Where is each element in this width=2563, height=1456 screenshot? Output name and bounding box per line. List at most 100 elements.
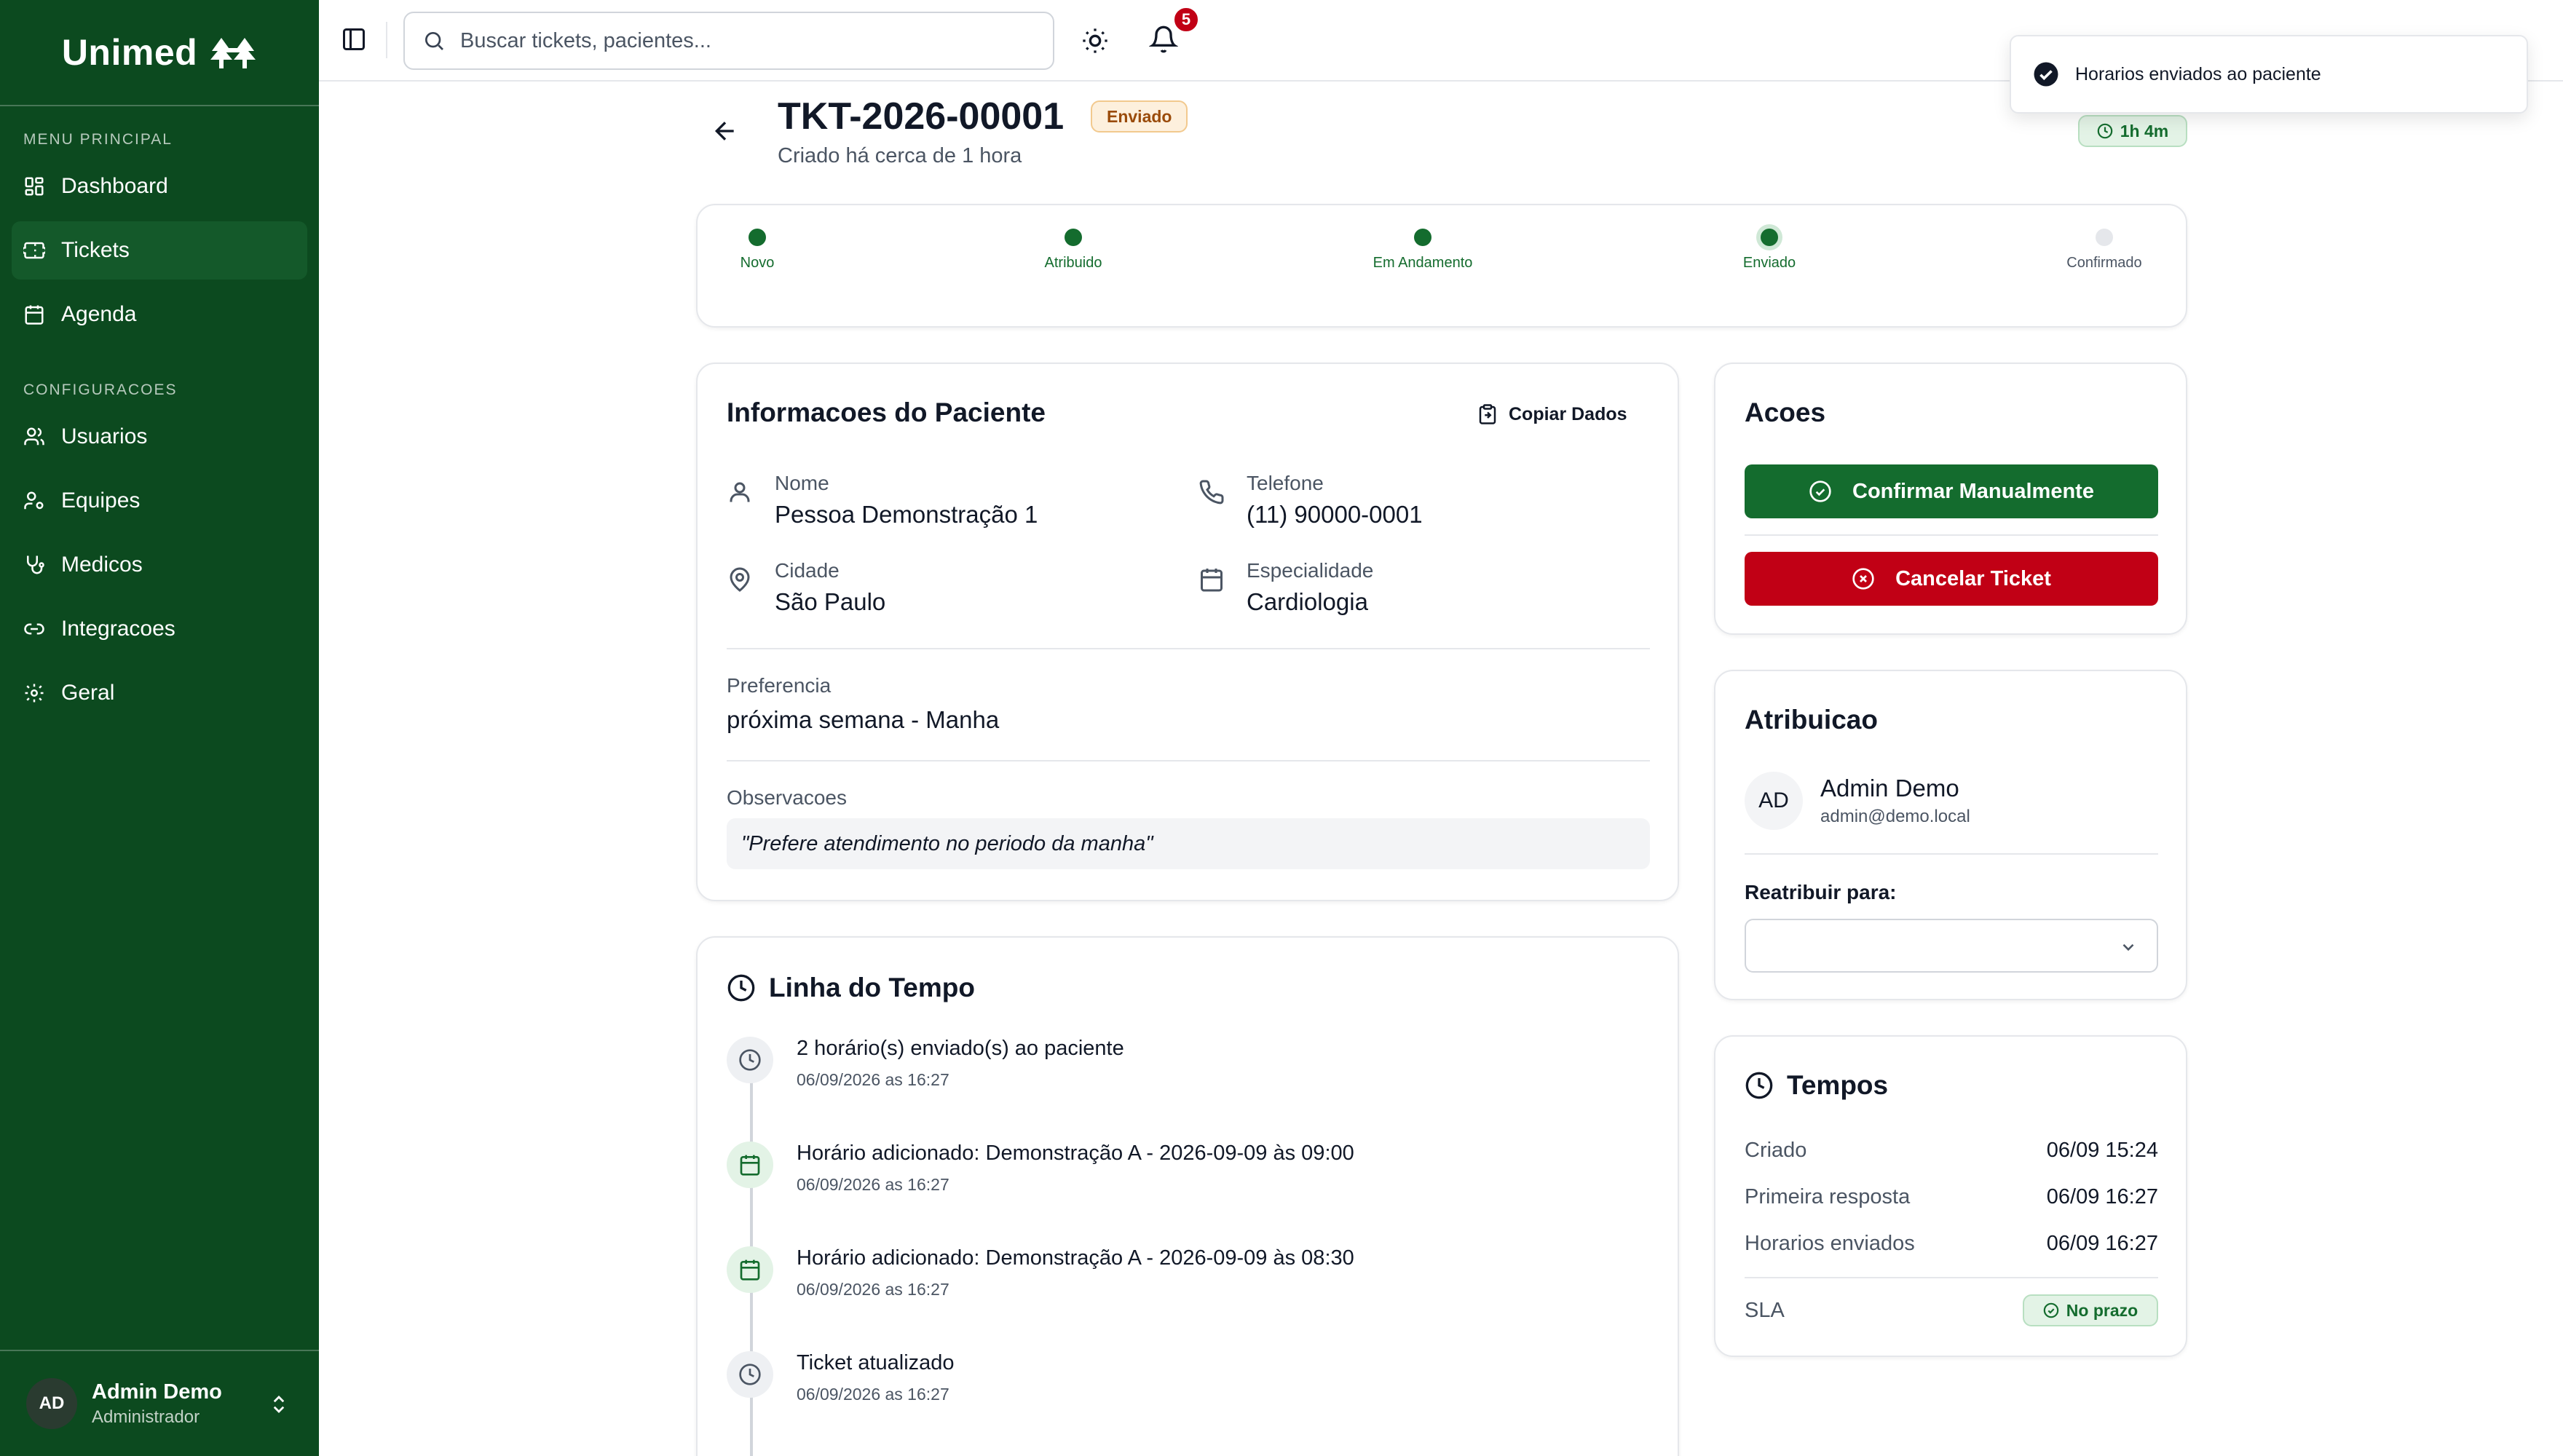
step-enviado: Enviado xyxy=(1682,229,1857,272)
search-box[interactable] xyxy=(403,12,1054,70)
check-circle-icon xyxy=(2043,1302,2059,1318)
patient-notes: "Prefere atendimento no periodo da manha… xyxy=(727,818,1650,869)
sla-status-badge: No prazo xyxy=(2023,1294,2158,1326)
users-icon xyxy=(24,427,44,446)
assignee-name: Admin Demo xyxy=(1820,775,1959,802)
brand-logo[interactable]: Unimed xyxy=(0,0,319,106)
sidebar-item-label: Dashboard xyxy=(61,174,168,198)
brand-name: Unimed xyxy=(61,32,198,73)
field-nome: Nome Pessoa Demonstração 1 xyxy=(727,472,1038,529)
patient-city: São Paulo xyxy=(775,588,886,615)
field-label: Nome xyxy=(775,472,829,494)
calendar-icon xyxy=(740,1259,760,1281)
field-label: Especialidade xyxy=(1247,559,1374,582)
toast-message: Horarios enviados ao paciente xyxy=(2075,63,2321,84)
sidebar-item-usuarios[interactable]: Usuarios xyxy=(12,408,307,466)
clock-icon xyxy=(739,1364,761,1385)
step-dot xyxy=(2096,229,2113,246)
times-title: Tempos xyxy=(1787,1070,1889,1100)
sidebar-item-medicos[interactable]: Medicos xyxy=(12,536,307,594)
step-label: Em Andamento xyxy=(1373,255,1473,271)
timeline-text: Horário adicionado: Demonstração A - 202… xyxy=(797,1246,1354,1270)
sidebar-item-label: Equipes xyxy=(61,488,141,513)
step-em-andamento: Em Andamento xyxy=(1335,229,1510,272)
created-subtitle: Criado há cerca de 1 hora xyxy=(778,144,1022,167)
check-circle-icon xyxy=(1809,480,1831,502)
confirm-label: Confirmar Manualmente xyxy=(1852,479,2094,503)
timeline-card: Linha do Tempo 2 horário(s) enviado(s) a… xyxy=(696,936,1679,1456)
sidebar-item-tickets[interactable]: Tickets xyxy=(12,221,307,280)
cancel-ticket-button[interactable]: Cancelar Ticket xyxy=(1745,552,2158,606)
divider xyxy=(727,648,1650,649)
notification-badge: 5 xyxy=(1172,6,1200,33)
sidebar-item-label: Medicos xyxy=(61,553,143,577)
assignee-email: admin@demo.local xyxy=(1820,807,1970,826)
timeline-date: 06/09/2026 as 16:27 xyxy=(797,1280,949,1299)
sidebar-item-dashboard[interactable]: Dashboard xyxy=(12,157,307,215)
timeline-icon xyxy=(727,1037,773,1083)
step-novo: Novo xyxy=(670,229,845,272)
user-name: Admin Demo xyxy=(92,1380,222,1404)
time-value: 06/09 16:27 xyxy=(2046,1232,2158,1255)
step-dot xyxy=(1761,229,1778,246)
sidebar-item-equipes[interactable]: Equipes xyxy=(12,472,307,530)
clock-icon xyxy=(2097,123,2113,139)
step-dot xyxy=(1065,229,1082,246)
sidebar-item-geral[interactable]: Geral xyxy=(12,664,307,722)
patient-preference: próxima semana - Manha xyxy=(727,706,1000,733)
timeline-date: 06/09/2026 as 16:27 xyxy=(797,1175,949,1194)
search-input[interactable] xyxy=(460,28,1014,53)
time-label: Horarios enviados xyxy=(1745,1232,1915,1255)
time-value: 06/09 15:24 xyxy=(2046,1139,2158,1162)
timeline-icon xyxy=(727,1351,773,1398)
clipboard-copy-icon xyxy=(1479,404,1496,424)
sun-icon[interactable] xyxy=(1081,26,1110,55)
main-nav: Dashboard Tickets Agenda xyxy=(0,157,319,344)
topbar-divider xyxy=(386,22,387,58)
field-label: Cidade xyxy=(775,559,840,582)
status-badge: Enviado xyxy=(1091,100,1188,132)
patient-info-card: Informacoes do Paciente Copiar Dados Nom… xyxy=(696,363,1679,901)
sidebar-item-label: Usuarios xyxy=(61,424,148,448)
link-icon xyxy=(24,623,44,635)
user-menu[interactable]: AD Admin Demo Administrador xyxy=(0,1350,319,1456)
sidebar-toggle-icon[interactable] xyxy=(341,26,367,52)
bell-icon[interactable] xyxy=(1149,25,1178,54)
copy-data-button[interactable]: Copiar Dados xyxy=(1477,403,1627,425)
ticket-icon xyxy=(23,242,45,259)
sla-status: No prazo xyxy=(2066,1300,2139,1320)
divider xyxy=(727,760,1650,761)
avatar: AD xyxy=(26,1378,77,1429)
configuracoes-label: CONFIGURACOES xyxy=(23,381,178,398)
time-value: 06/09 16:27 xyxy=(2046,1185,2158,1208)
status-progress: Novo Atribuido Em Andamento Enviado Conf… xyxy=(696,204,2187,328)
timeline-date: 06/09/2026 as 16:27 xyxy=(797,1385,949,1404)
divider xyxy=(1745,1277,2158,1278)
assignment-card: Atribuicao AD Admin Demo admin@demo.loca… xyxy=(1714,670,2187,1000)
sidebar-item-agenda[interactable]: Agenda xyxy=(12,285,307,344)
toast-notification[interactable]: Horarios enviados ao paciente xyxy=(2010,35,2528,114)
step-dot xyxy=(749,229,766,246)
sidebar-item-label: Integracoes xyxy=(61,617,175,641)
step-label: Enviado xyxy=(1742,255,1796,271)
step-dot xyxy=(1414,229,1431,246)
patient-phone: (11) 90000-0001 xyxy=(1247,501,1423,528)
user-cog-icon xyxy=(24,491,44,510)
arrow-left-icon[interactable] xyxy=(711,116,740,146)
reassign-select[interactable] xyxy=(1745,919,2158,973)
field-cidade: Cidade São Paulo xyxy=(727,559,885,616)
field-telefone: Telefone (11) 90000-0001 xyxy=(1198,472,1423,529)
times-header: Tempos xyxy=(1745,1070,1888,1101)
time-row-horarios-enviados: Horarios enviados 06/09 16:27 xyxy=(1745,1232,2158,1256)
calendar-icon xyxy=(25,305,44,325)
notes-label: Observacoes xyxy=(727,786,847,809)
sidebar-item-integracoes[interactable]: Integracoes xyxy=(12,600,307,658)
user-icon xyxy=(730,482,750,502)
clock-icon xyxy=(739,1049,761,1071)
confirm-manually-button[interactable]: Confirmar Manualmente xyxy=(1745,464,2158,518)
sla-label: SLA xyxy=(1745,1299,1785,1322)
sidebar: Unimed MENU PRINCIPAL Dashboard Tickets … xyxy=(0,0,319,1456)
patient-name: Pessoa Demonstração 1 xyxy=(775,501,1038,528)
timeline-text: 2 horário(s) enviado(s) ao paciente xyxy=(797,1037,1124,1060)
map-pin-icon xyxy=(730,567,750,592)
